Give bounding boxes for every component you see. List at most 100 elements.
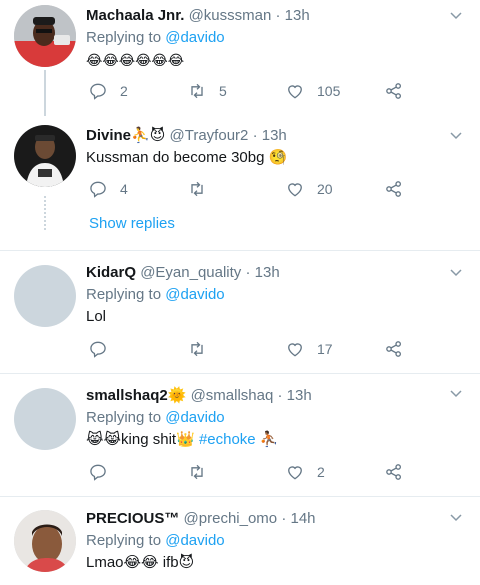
tweet-actions: 2 5 105: [86, 80, 416, 102]
reply-count: 2: [120, 83, 128, 99]
handle[interactable]: @Eyan_quality: [140, 264, 241, 281]
tweet[interactable]: KidarQ @Eyan_quality · 13h Replying to @…: [0, 258, 480, 373]
timestamp[interactable]: 13h: [255, 264, 280, 281]
tweet-text: Lmao😂😂 ifb😈: [86, 554, 195, 571]
tweet[interactable]: PRECIOUS™ @prechi_omo · 14h Replying to …: [0, 503, 480, 585]
mention-link[interactable]: @davido: [165, 409, 224, 426]
chevron-down-icon[interactable]: [448, 386, 464, 402]
retweet-button[interactable]: [187, 178, 219, 200]
mention-link[interactable]: @davido: [165, 532, 224, 549]
share-button[interactable]: [384, 338, 404, 360]
display-name[interactable]: PRECIOUS™: [86, 510, 179, 527]
heart-icon: [288, 466, 302, 480]
tweet-actions: 4 20: [86, 178, 416, 200]
tweet-text: Kussman do become 30bg 🧐: [86, 149, 288, 166]
reply-button[interactable]: [88, 338, 120, 360]
share-icon: [386, 181, 401, 197]
chevron-down-icon[interactable]: [448, 265, 464, 281]
chevron-down-icon[interactable]: [448, 510, 464, 526]
chevron-down-icon[interactable]: [448, 128, 464, 144]
retweet-button[interactable]: [187, 461, 219, 483]
handle[interactable]: @smallshaq: [191, 387, 274, 404]
reply-button[interactable]: 4: [88, 178, 128, 200]
tweet-header: Divine⛹️😈 @Trayfour2 · 13h: [86, 127, 287, 144]
like-button[interactable]: 105: [285, 80, 340, 102]
like-count: 17: [317, 341, 333, 357]
tweet-text: 😹😹king shit👑 #echoke ⛹🏾: [86, 430, 446, 450]
share-icon: [386, 464, 401, 480]
like-button[interactable]: 17: [285, 338, 333, 360]
reply-count: 4: [120, 181, 128, 197]
thread-dots: [44, 196, 46, 230]
reply-icon: [90, 181, 106, 198]
retweet-button[interactable]: [187, 338, 219, 360]
heart-icon: [288, 343, 302, 357]
display-name[interactable]: Divine⛹️😈: [86, 127, 165, 144]
retweet-icon: [191, 341, 203, 357]
tweet-actions: 2: [86, 461, 416, 483]
timestamp[interactable]: 13h: [262, 127, 287, 144]
divider: [0, 496, 480, 497]
handle[interactable]: @kusssman: [189, 7, 272, 24]
display-name[interactable]: smallshaq2🌞: [86, 387, 186, 404]
mention-link[interactable]: @davido: [165, 29, 224, 46]
replying-to: Replying to @davido: [86, 286, 225, 303]
timestamp[interactable]: 13h: [285, 7, 310, 24]
share-icon: [386, 83, 401, 99]
handle[interactable]: @prechi_omo: [184, 510, 278, 527]
tweet-header: PRECIOUS™ @prechi_omo · 14h: [86, 510, 316, 527]
share-button[interactable]: [384, 461, 404, 483]
handle[interactable]: @Trayfour2: [170, 127, 249, 144]
share-button[interactable]: [384, 178, 404, 200]
share-icon: [386, 341, 401, 357]
tweet[interactable]: Machaala Jnr. @kusssman · 13h Replying t…: [0, 0, 480, 110]
heart-icon: [288, 85, 302, 99]
replying-to: Replying to @davido: [86, 532, 225, 549]
tweet-header: smallshaq2🌞 @smallshaq · 13h: [86, 387, 312, 404]
avatar[interactable]: [14, 265, 76, 327]
tweet-header: Machaala Jnr. @kusssman · 13h: [86, 7, 310, 24]
avatar[interactable]: [14, 125, 76, 187]
mention-link[interactable]: @davido: [165, 286, 224, 303]
timestamp[interactable]: 13h: [287, 387, 312, 404]
tweet-text-suffix: ⛹🏾: [259, 431, 279, 448]
thread-line: [44, 70, 46, 116]
retweet-icon: [191, 83, 203, 99]
like-count: 105: [317, 83, 341, 99]
avatar[interactable]: [14, 5, 76, 67]
retweet-button[interactable]: 5: [187, 80, 227, 102]
like-button[interactable]: 2: [285, 461, 325, 483]
like-button[interactable]: 20: [285, 178, 333, 200]
reply-icon: [90, 83, 106, 100]
avatar[interactable]: [14, 510, 76, 572]
reply-icon: [90, 464, 106, 481]
divider: [0, 250, 480, 251]
display-name[interactable]: Machaala Jnr.: [86, 7, 184, 24]
replying-to: Replying to @davido: [86, 409, 225, 426]
divider: [0, 373, 480, 374]
chevron-down-icon[interactable]: [448, 8, 464, 24]
timestamp[interactable]: 14h: [290, 510, 315, 527]
display-name[interactable]: KidarQ: [86, 264, 136, 281]
tweet-text-prefix: 😹😹king shit👑: [86, 431, 195, 448]
tweet-text: 😂😂😂😂😂😂: [86, 52, 185, 68]
retweet-icon: [191, 464, 203, 480]
reply-button[interactable]: [88, 461, 120, 483]
retweet-count: 5: [219, 83, 227, 99]
like-count: 20: [317, 181, 333, 197]
tweet-actions: 17: [86, 338, 416, 360]
hashtag-link[interactable]: #echoke: [199, 431, 256, 448]
share-button[interactable]: [384, 80, 404, 102]
retweet-icon: [191, 181, 203, 197]
reply-button[interactable]: 2: [88, 80, 128, 102]
replying-to: Replying to @davido: [86, 29, 225, 46]
tweet-header: KidarQ @Eyan_quality · 13h: [86, 264, 280, 281]
avatar[interactable]: [14, 388, 76, 450]
tweet[interactable]: Divine⛹️😈 @Trayfour2 · 13h Kussman do be…: [0, 120, 480, 250]
show-replies-link[interactable]: Show replies: [89, 215, 175, 232]
tweet[interactable]: smallshaq2🌞 @smallshaq · 13h Replying to…: [0, 380, 480, 495]
heart-icon: [288, 183, 302, 197]
reply-icon: [90, 341, 106, 358]
tweet-text: Lol: [86, 308, 107, 325]
like-count: 2: [317, 464, 325, 480]
